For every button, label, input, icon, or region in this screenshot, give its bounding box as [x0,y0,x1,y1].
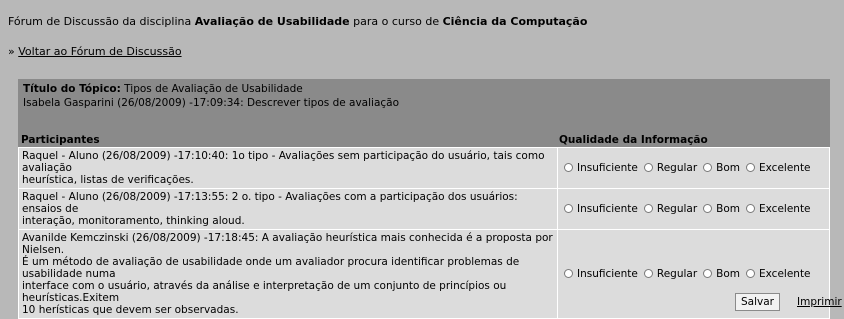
post-line: Raquel - Aluno (26/08/2009) -17:13:55: 2… [22,191,518,215]
quality-option[interactable]: Insuficiente [564,268,638,280]
back-to-forum-link[interactable]: Voltar ao Fórum de Discussão [18,45,181,58]
course-name: Ciência da Computação [442,15,588,28]
radio-button[interactable] [703,163,713,172]
quality-option-label: Excelente [759,162,811,174]
quality-option-label: Excelente [759,203,811,215]
print-link[interactable]: Imprimir [797,296,842,308]
back-marker: » [8,45,19,58]
radio-button[interactable] [564,269,573,278]
quality-option-label: Insuficiente [577,162,638,174]
posts-table: Raquel - Aluno (26/08/2009) -17:10:40: 1… [18,147,830,319]
radio-button[interactable] [564,204,573,213]
post-line: É um método de avaliação de usabilidade … [22,256,520,280]
post-row: Avanilde Kemczinski (26/08/2009) -17:18:… [18,229,830,319]
quality-option-label: Insuficiente [577,203,638,215]
quality-option[interactable]: Excelente [746,268,811,280]
forum-page: Fórum de Discussão da disciplina Avaliaç… [0,0,844,319]
quality-option[interactable]: Bom [703,162,740,174]
save-button[interactable]: Salvar [735,293,780,311]
post-row: Raquel - Aluno (26/08/2009) -17:13:55: 2… [18,188,830,230]
back-nav: » Voltar ao Fórum de Discussão [8,45,182,58]
quality-option-label: Insuficiente [577,268,638,280]
header-middle: para o curso de [349,15,443,28]
post-line: interface com o usuário, através da anál… [22,280,507,304]
page-header: Fórum de Discussão da disciplina Avaliaç… [8,15,587,28]
quality-option-label: Regular [656,203,698,215]
quality-option[interactable]: Insuficiente [564,162,638,174]
quality-option[interactable]: Bom [703,268,740,280]
quality-option[interactable]: Excelente [746,203,811,215]
post-row: Raquel - Aluno (26/08/2009) -17:10:40: 1… [18,147,830,189]
post-message: Raquel - Aluno (26/08/2009) -17:13:55: 2… [18,188,558,230]
post-line: interação, monitoramento, thinking aloud… [22,215,245,227]
quality-options: Insuficiente Regular Bom Excelente [557,188,830,230]
post-line: Raquel - Aluno (26/08/2009) -17:10:40: 1… [22,150,545,174]
quality-options: Insuficiente Regular Bom Excelente [557,229,830,319]
radio-button[interactable] [703,204,713,213]
radio-button[interactable] [564,163,573,172]
column-headers: Participantes Qualidade da Informação [18,131,830,147]
quality-option[interactable]: Regular [643,203,698,215]
quality-option[interactable]: Bom [703,203,740,215]
topic-header: Título do Tópico: Tipos de Avaliação de … [18,79,830,131]
post-line: 10 herísticas que devem ser observadas. [22,304,239,316]
quality-header: Qualidade da Informação [559,134,708,146]
radio-button[interactable] [746,204,756,213]
quality-option[interactable]: Insuficiente [564,203,638,215]
radio-button[interactable] [643,269,653,278]
quality-options: Insuficiente Regular Bom Excelente [557,147,830,189]
discipline-name: Avaliação de Usabilidade [194,15,350,28]
topic-title: Título do Tópico: Tipos de Avaliação de … [23,82,825,96]
quality-option[interactable]: Regular [643,268,698,280]
quality-option-label: Bom [716,203,741,215]
topic-title-label: Título do Tópico: [23,83,121,95]
radio-button[interactable] [746,163,756,172]
participants-header: Participantes [21,134,100,146]
header-prefix: Fórum de Discussão da disciplina [8,15,195,28]
post-line: heurística, listas de verificações. [22,174,194,186]
post-line: Avanilde Kemczinski (26/08/2009) -17:18:… [22,232,553,256]
topic-author-line: Isabela Gasparini (26/08/2009) -17:09:34… [23,97,400,109]
topic-title-value: Tipos de Avaliação de Usabilidade [120,83,303,95]
radio-button[interactable] [643,204,653,213]
quality-option-label: Bom [716,162,741,174]
quality-option-label: Regular [656,268,698,280]
post-message: Raquel - Aluno (26/08/2009) -17:10:40: 1… [18,147,558,189]
radio-button[interactable] [643,163,653,172]
quality-option-label: Regular [656,162,698,174]
quality-option[interactable]: Excelente [746,162,811,174]
radio-button[interactable] [703,269,713,278]
radio-button[interactable] [746,269,756,278]
quality-option-label: Excelente [759,268,811,280]
post-message: Avanilde Kemczinski (26/08/2009) -17:18:… [18,229,558,319]
quality-option[interactable]: Regular [643,162,698,174]
quality-option-label: Bom [716,268,741,280]
